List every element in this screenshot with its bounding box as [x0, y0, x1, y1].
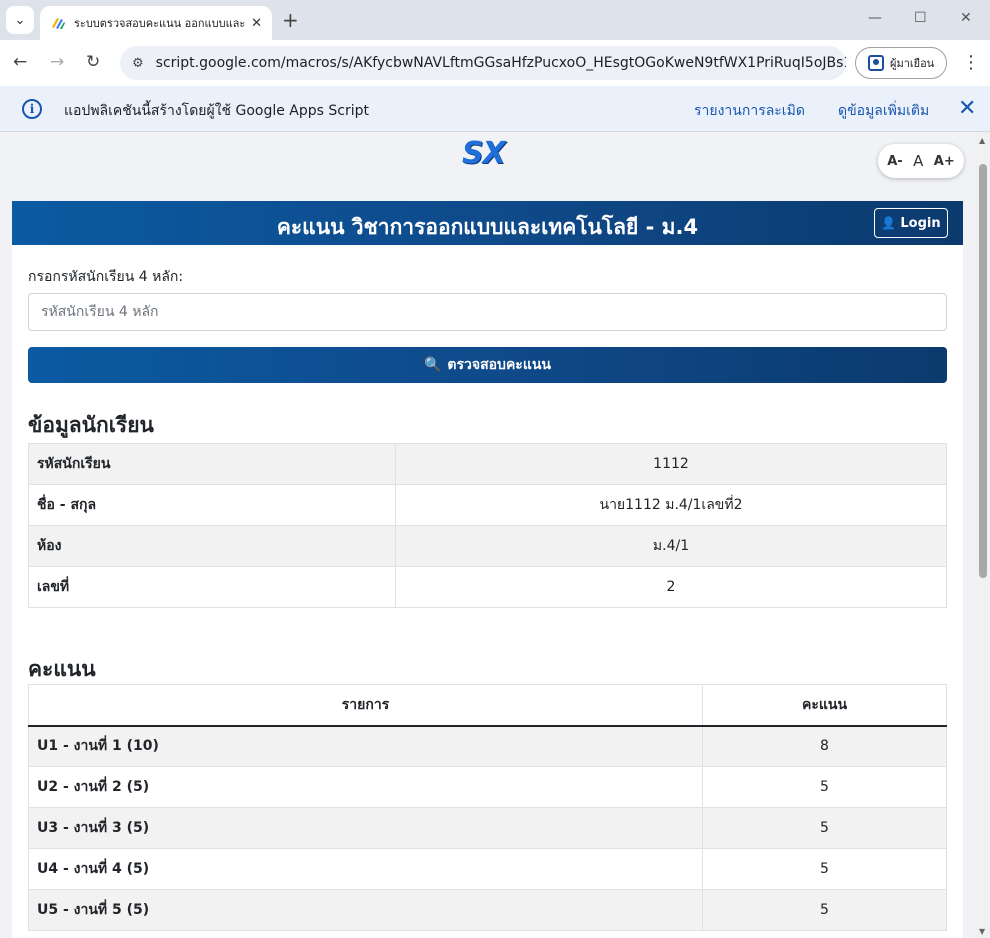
login-label: Login [900, 215, 941, 231]
user-lock-icon: 👤 [881, 216, 897, 230]
info-key: รหัสนักเรียน [28, 443, 396, 485]
table-row: U2 - งานที่ 2 (5) 5 [28, 766, 947, 808]
header-bar: คะแนน วิชาการออกแบบและเทคโนโลยี - ม.4 👤 … [12, 201, 963, 245]
address-bar: ← → ↻ ⚙ script.google.com/macros/s/AKfyc… [0, 40, 990, 86]
score-item: U5 - งานที่ 5 (5) [28, 889, 703, 931]
score-item: U4 - งานที่ 4 (5) [28, 848, 703, 890]
score-value: 5 [702, 889, 947, 931]
apps-script-favicon-icon [52, 18, 65, 29]
browser-tab[interactable]: ระบบตรวจสอบคะแนน ออกแบบและเท ✕ [40, 6, 272, 40]
student-id-label: กรอกรหัสนักเรียน 4 หลัก: [28, 269, 184, 285]
table-row: U5 - งานที่ 5 (5) 5 [28, 889, 947, 931]
info-value: 2 [395, 566, 947, 608]
info-key: ชื่อ - สกุล [28, 484, 396, 526]
score-card: คะแนน วิชาการออกแบบและเทคโนโลยี - ม.4 👤 … [12, 201, 963, 938]
tab-title: ระบบตรวจสอบคะแนน ออกแบบและเท [74, 17, 246, 30]
score-item: U1 - งานที่ 1 (10) [28, 725, 703, 767]
font-increase-button[interactable]: A+ [934, 154, 955, 169]
page-scrollbar[interactable]: ▲ ▼ [976, 132, 990, 938]
page-content: SX A- A A+ คะแนน วิชาการออกแบบและเทคโนโล… [0, 132, 976, 938]
font-reset-button[interactable]: A [913, 152, 923, 170]
score-value: 5 [702, 848, 947, 890]
browser-menu-icon[interactable]: ⋮ [962, 52, 980, 73]
tab-close-icon[interactable]: ✕ [251, 16, 262, 31]
font-decrease-button[interactable]: A- [887, 154, 902, 169]
table-row: U4 - งานที่ 4 (5) 5 [28, 848, 947, 890]
profile-button[interactable]: ผู้มาเยือน [855, 47, 947, 79]
score-value: 5 [702, 807, 947, 849]
score-section-title: คะแนน [28, 657, 96, 681]
table-row: เลขที่ 2 [28, 566, 947, 608]
info-key: เลขที่ [28, 566, 396, 608]
site-settings-icon[interactable]: ⚙ [132, 56, 144, 71]
login-button[interactable]: 👤 Login [874, 208, 948, 238]
table-row: รหัสนักเรียน 1112 [28, 443, 947, 485]
infobar-message: แอปพลิเคชันนี้สร้างโดยผู้ใช้ Google Apps… [64, 103, 370, 119]
student-info-title: ข้อมูลนักเรียน [28, 413, 154, 437]
score-table: รายการ คะแนน U1 - งานที่ 1 (10) 8 U2 - ง… [28, 684, 947, 931]
info-icon: i [22, 99, 42, 119]
score-value: 8 [702, 725, 947, 767]
scroll-up-icon[interactable]: ▲ [979, 136, 985, 145]
table-header-row: รายการ คะแนน [28, 684, 947, 727]
site-logo: SX [462, 136, 506, 171]
profile-label: ผู้มาเยือน [890, 57, 935, 70]
url-text: script.google.com/macros/s/AKfycbwNAVLft… [155, 55, 846, 71]
table-row: U1 - งานที่ 1 (10) 8 [28, 725, 947, 767]
tab-search-icon[interactable]: ⌄ [6, 6, 34, 34]
score-item: U3 - งานที่ 3 (5) [28, 807, 703, 849]
report-abuse-link[interactable]: รายงานการละเมิด [694, 100, 805, 122]
score-item: U2 - งานที่ 2 (5) [28, 766, 703, 808]
student-id-input[interactable] [28, 293, 947, 331]
scroll-down-icon[interactable]: ▼ [979, 927, 985, 936]
apps-script-infobar: i แอปพลิเคชันนี้สร้างโดยผู้ใช้ Google Ap… [0, 86, 990, 132]
info-value: ม.4/1 [395, 525, 947, 567]
check-score-button[interactable]: 🔍 ตรวจสอบคะแนน [28, 347, 947, 383]
window-close-icon[interactable]: ✕ [960, 10, 972, 26]
learn-more-link[interactable]: ดูข้อมูลเพิ่มเติม [838, 100, 929, 122]
student-info-table: รหัสนักเรียน 1112 ชื่อ - สกุล นาย1112 ม.… [28, 443, 947, 608]
info-key: ห้อง [28, 525, 396, 567]
back-icon[interactable]: ← [13, 52, 27, 72]
new-tab-icon[interactable]: + [282, 8, 299, 32]
reload-icon[interactable]: ↻ [86, 52, 100, 72]
score-value: 5 [702, 766, 947, 808]
scrollbar-thumb[interactable] [979, 164, 987, 578]
forward-icon[interactable]: → [50, 52, 64, 72]
browser-tab-bar: ⌄ ระบบตรวจสอบคะแนน ออกแบบและเท ✕ + — ☐ ✕ [0, 0, 990, 40]
check-score-label: ตรวจสอบคะแนน [447, 357, 551, 373]
column-header-item: รายการ [28, 684, 703, 727]
info-value: นาย1112 ม.4/1เลขที่2 [395, 484, 947, 526]
font-size-controls: A- A A+ [878, 144, 964, 178]
column-header-score: คะแนน [702, 684, 947, 727]
page-title: คะแนน วิชาการออกแบบและเทคโนโลยี - ม.4 [276, 215, 699, 239]
search-icon: 🔍 [423, 357, 442, 373]
infobar-close-icon[interactable]: ✕ [958, 96, 976, 121]
url-field[interactable]: ⚙ script.google.com/macros/s/AKfycbwNAVL… [120, 46, 846, 80]
table-row: ห้อง ม.4/1 [28, 525, 947, 567]
table-row: ชื่อ - สกุล นาย1112 ม.4/1เลขที่2 [28, 484, 947, 526]
profile-icon [868, 55, 884, 71]
info-value: 1112 [395, 443, 947, 485]
maximize-icon[interactable]: ☐ [914, 10, 927, 26]
table-row: U3 - งานที่ 3 (5) 5 [28, 807, 947, 849]
minimize-icon[interactable]: — [868, 10, 882, 26]
